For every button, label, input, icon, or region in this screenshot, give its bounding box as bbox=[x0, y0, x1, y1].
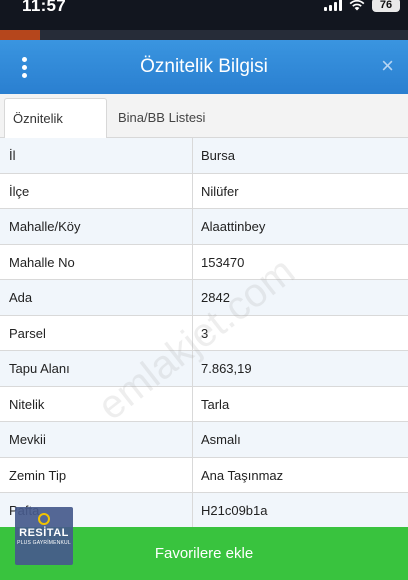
table-row: İl Bursa bbox=[0, 138, 408, 174]
status-icons: 76 bbox=[324, 0, 400, 12]
row-label: İlçe bbox=[9, 183, 30, 199]
logo: RESİTAL PLUS GAYRİMENKUL bbox=[15, 507, 73, 565]
close-icon[interactable]: × bbox=[381, 52, 394, 80]
row-value: Tarla bbox=[201, 396, 230, 412]
table-row: İlçe Nilüfer bbox=[0, 173, 408, 209]
logo-name: RESİTAL bbox=[19, 527, 69, 539]
row-label: Ada bbox=[9, 290, 33, 305]
table-row: Mahalle No 153470 bbox=[0, 244, 408, 280]
row-label: Mevkii bbox=[9, 432, 46, 447]
battery-icon: 76 bbox=[372, 0, 400, 12]
row-label: Zemin Tip bbox=[9, 467, 67, 483]
tab-attribute-info[interactable]: Öznitelik Bilgisi bbox=[4, 98, 107, 166]
row-value: Bursa bbox=[201, 148, 235, 163]
background-strip-dark bbox=[40, 30, 408, 40]
status-bar: 11:57 76 bbox=[0, 0, 408, 30]
row-label: İl bbox=[9, 148, 16, 163]
logo-mark-icon bbox=[38, 513, 50, 525]
cellular-signal-icon bbox=[324, 0, 342, 11]
row-value: Nilüfer bbox=[201, 183, 239, 199]
table-row: Mahalle/Köy Alaattinbey bbox=[0, 209, 408, 245]
table-row: Nitelik Tarla bbox=[0, 386, 408, 422]
row-label: Mahalle/Köy bbox=[9, 219, 81, 234]
row-label: Nitelik bbox=[9, 396, 45, 412]
row-value: H21c09b1a bbox=[201, 503, 268, 518]
row-value: Asmalı bbox=[201, 432, 241, 447]
table-row: Zemin Tip Ana Taşınmaz bbox=[0, 457, 408, 493]
row-value: Alaattinbey bbox=[201, 219, 266, 234]
wifi-icon bbox=[349, 0, 365, 11]
table-row: Tapu Alanı 7.863,19 bbox=[0, 351, 408, 387]
logo-subtitle: PLUS GAYRİMENKUL bbox=[17, 540, 71, 546]
row-label: Tapu Alanı bbox=[9, 361, 70, 376]
row-value: 3 bbox=[201, 325, 209, 341]
row-value: 2842 bbox=[201, 290, 230, 305]
row-label: Parsel bbox=[9, 325, 46, 341]
row-label: Mahalle No bbox=[9, 254, 75, 270]
row-value: 153470 bbox=[201, 254, 245, 270]
tab-bar: Öznitelik Bilgisi Bina/BB Listesi bbox=[0, 94, 408, 166]
dialog-header: Öznitelik Bilgisi × bbox=[0, 40, 408, 94]
table-row: Parsel 3 bbox=[0, 315, 408, 351]
table-row: Ada 2842 bbox=[0, 280, 408, 316]
row-value: 7.863,19 bbox=[201, 361, 252, 376]
tab-building-list[interactable]: Bina/BB Listesi bbox=[110, 98, 213, 138]
background-strip bbox=[0, 30, 40, 40]
status-time: 11:57 bbox=[22, 0, 67, 15]
row-value: Ana Taşınmaz bbox=[201, 467, 284, 483]
attribute-table: İl Bursa İlçe Nilüfer Mahalle/Köy Alaattinb… bbox=[0, 138, 408, 529]
dialog-title: Öznitelik Bilgisi bbox=[140, 56, 268, 77]
table-row: Mevkii Asmalı bbox=[0, 422, 408, 458]
